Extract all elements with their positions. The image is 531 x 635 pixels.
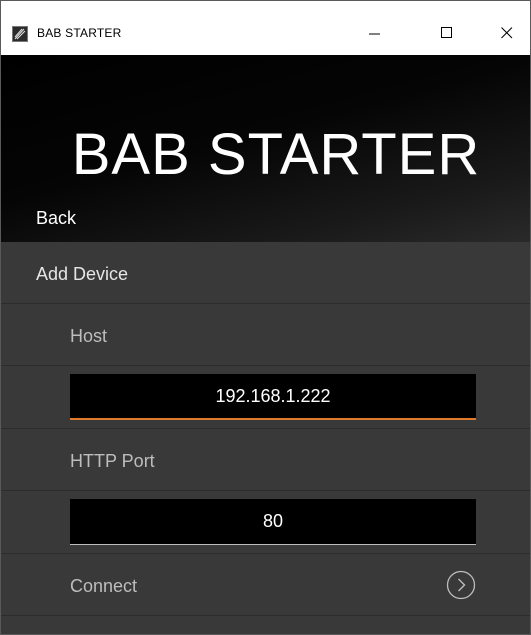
port-label-row: HTTP Port xyxy=(1,429,530,491)
window-title: BAB STARTER xyxy=(37,26,122,40)
port-field-row xyxy=(1,491,530,554)
app-window: BAB STARTER BAB STARTER Back Add Device xyxy=(0,0,531,635)
title-bar: BAB STARTER xyxy=(1,1,530,55)
section-title: Add Device xyxy=(36,264,129,284)
app-icon xyxy=(12,26,28,42)
section-header: Add Device xyxy=(1,242,530,304)
maximize-icon xyxy=(441,27,452,38)
brand-title: BAB STARTER xyxy=(71,122,481,187)
host-field-row xyxy=(1,366,530,429)
maximize-button[interactable] xyxy=(424,19,470,47)
close-icon xyxy=(501,27,513,39)
minimize-button[interactable] xyxy=(352,19,398,47)
empty-row xyxy=(1,616,530,634)
close-button[interactable] xyxy=(484,19,530,47)
http-port-input[interactable] xyxy=(70,499,476,545)
host-label: Host xyxy=(70,326,108,346)
http-port-label: HTTP Port xyxy=(70,451,155,471)
chevron-right-circle-icon xyxy=(446,570,476,600)
header-banner: BAB STARTER Back xyxy=(1,55,530,242)
back-button[interactable]: Back xyxy=(36,207,76,229)
add-device-panel: Add Device Host HTTP Port Connect xyxy=(1,242,530,634)
host-label-row: Host xyxy=(1,304,530,366)
minimize-icon xyxy=(369,33,380,35)
connect-button[interactable]: Connect xyxy=(1,554,530,616)
connect-label: Connect xyxy=(70,576,138,596)
host-input[interactable] xyxy=(70,374,476,420)
